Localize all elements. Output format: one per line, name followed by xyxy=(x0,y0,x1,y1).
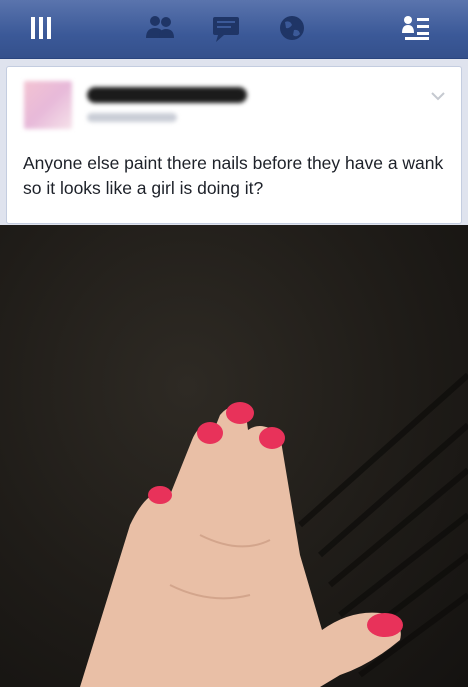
hand-photo-image xyxy=(80,372,468,687)
menu-icon[interactable] xyxy=(22,8,62,48)
post-text: Anyone else paint there nails before the… xyxy=(23,153,444,198)
friend-requests-icon[interactable] xyxy=(140,8,180,48)
author-name-redacted[interactable] xyxy=(87,87,247,103)
messages-icon[interactable] xyxy=(206,8,246,48)
post-card: Anyone else paint there nails before the… xyxy=(6,66,462,224)
post-photo[interactable] xyxy=(0,225,468,687)
avatar[interactable] xyxy=(24,81,72,129)
post-timestamp-redacted xyxy=(87,113,177,122)
chevron-down-icon[interactable] xyxy=(431,91,445,101)
notifications-globe-icon[interactable] xyxy=(272,8,312,48)
top-navigation-bar xyxy=(0,0,468,59)
chat-list-icon[interactable] xyxy=(397,8,437,48)
